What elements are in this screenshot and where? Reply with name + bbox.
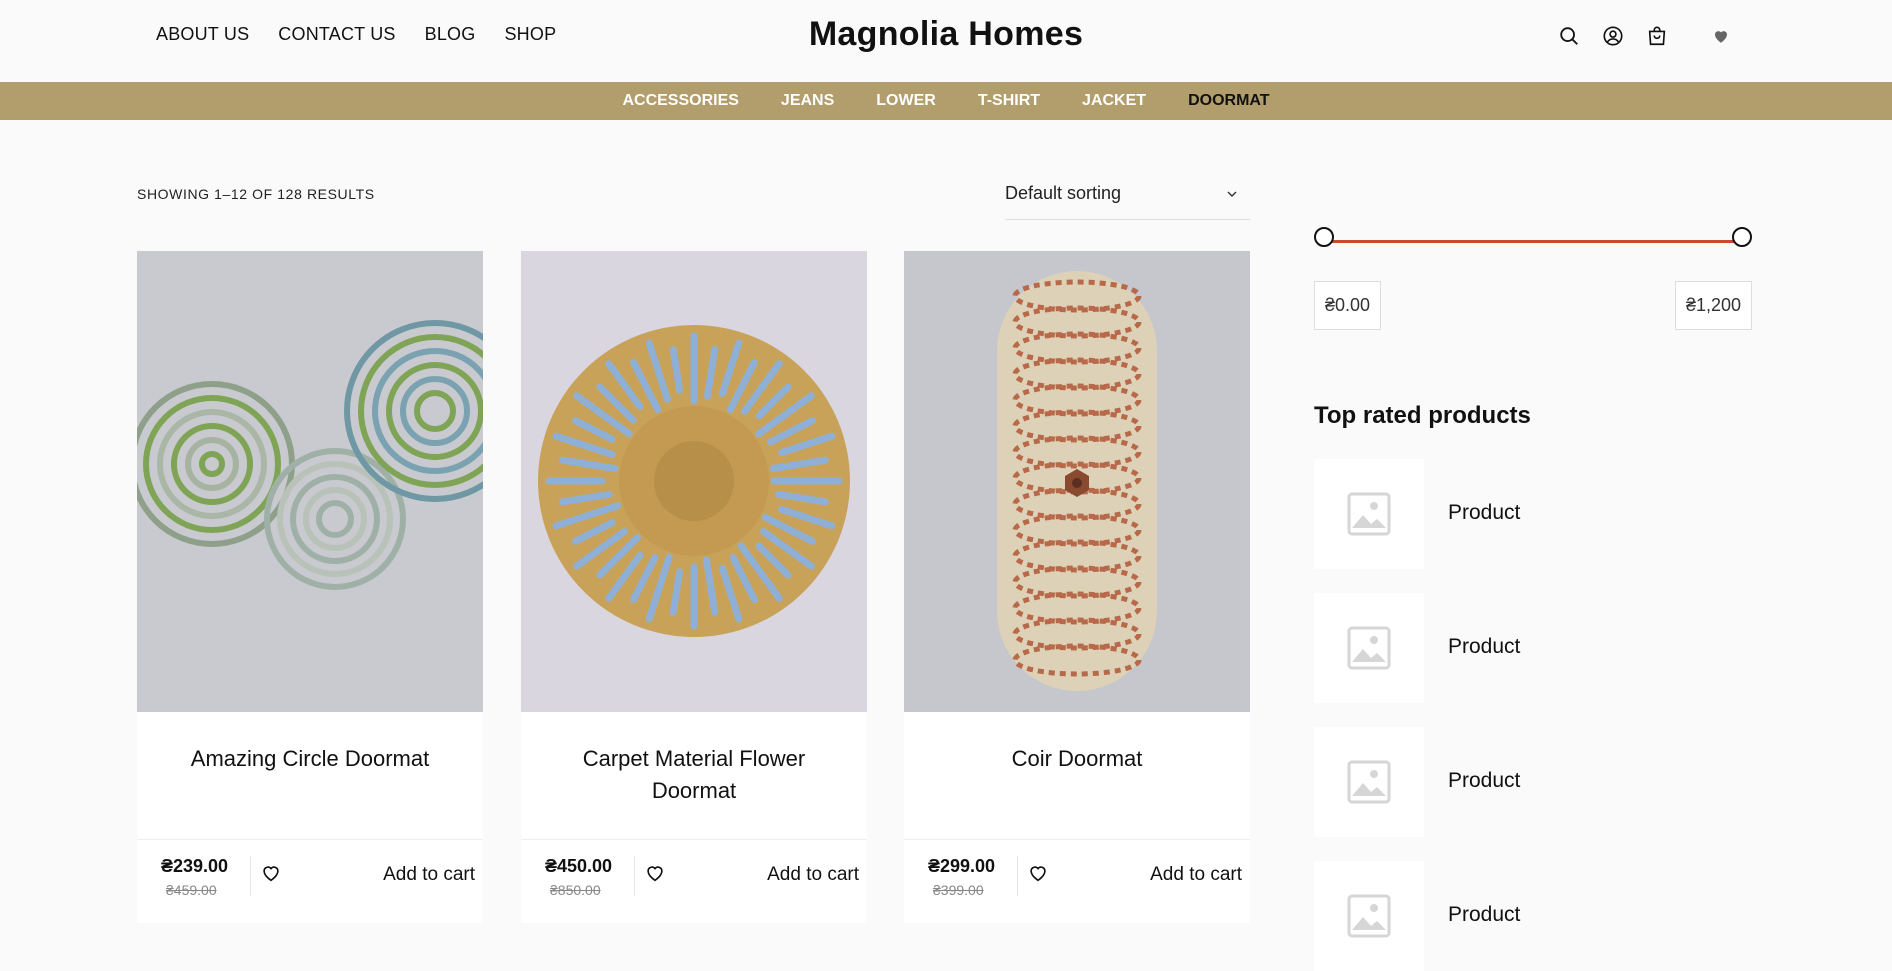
product-footer: ₴239.00 ₴459.00 Add to cart: [137, 839, 483, 911]
top-rated-item[interactable]: Product: [1314, 593, 1714, 703]
sorting-value: Default sorting: [1005, 183, 1122, 203]
product-old-price: ₴459.00: [166, 882, 217, 898]
top-rated-item-name: Product: [1448, 501, 1521, 524]
divider: [1017, 856, 1018, 896]
product-footer: ₴299.00 ₴399.00 Add to cart: [904, 839, 1250, 911]
product-title[interactable]: Amazing Circle Doormat: [157, 743, 463, 775]
wishlist-heart-icon[interactable]: [1027, 862, 1051, 886]
category-list: ACCESSORIES JEANS LOWER T-SHIRT JACKET D…: [0, 82, 1892, 120]
site-header: ABOUT US CONTACT US BLOG SHOP Magnolia H…: [0, 0, 1892, 82]
category-bar: ACCESSORIES JEANS LOWER T-SHIRT JACKET D…: [0, 82, 1892, 120]
price-min-handle[interactable]: [1314, 227, 1334, 247]
product-old-price: ₴850.00: [550, 882, 601, 898]
add-to-cart-button[interactable]: Add to cart: [1150, 864, 1242, 886]
cart-icon[interactable]: [1645, 24, 1669, 48]
add-to-cart-button[interactable]: Add to cart: [383, 864, 475, 886]
sorting-select[interactable]: Default sorting: [1005, 174, 1250, 220]
top-rated-item[interactable]: Product: [1314, 861, 1714, 971]
top-rated-item-name: Product: [1448, 635, 1521, 658]
placeholder-image-icon: [1314, 861, 1424, 971]
price-range-slider[interactable]: [1314, 225, 1752, 247]
product-price: ₴299.00: [928, 856, 996, 876]
price-max-handle[interactable]: [1732, 227, 1752, 247]
placeholder-image-icon: [1314, 459, 1424, 569]
category-lower[interactable]: LOWER: [876, 92, 936, 110]
product-title[interactable]: Carpet Material Flower Doormat: [541, 743, 847, 807]
placeholder-image-icon: [1314, 727, 1424, 837]
top-rated-heading: Top rated products: [1314, 402, 1531, 429]
product-card: Coir Doormat ₴299.00 ₴399.00 Add to cart: [904, 251, 1250, 923]
product-image[interactable]: [521, 251, 867, 712]
price-min-value: ₴0.00: [1314, 281, 1382, 330]
product-card: Amazing Circle Doormat ₴239.00 ₴459.00 A…: [137, 251, 483, 923]
product-old-price: ₴399.00: [933, 882, 984, 898]
product-price: ₴239.00: [161, 856, 229, 876]
placeholder-image-icon: [1314, 593, 1424, 703]
product-price: ₴450.00: [545, 856, 613, 876]
wishlist-heart-icon[interactable]: [1709, 24, 1733, 48]
price-max-value: ₴1,200: [1675, 281, 1753, 330]
search-icon[interactable]: [1557, 24, 1581, 48]
product-image[interactable]: [137, 251, 483, 712]
top-rated-item[interactable]: Product: [1314, 727, 1714, 837]
top-rated-item-name: Product: [1448, 769, 1521, 792]
wishlist-heart-icon[interactable]: [644, 862, 668, 886]
chevron-down-icon: [1226, 187, 1238, 205]
product-title[interactable]: Coir Doormat: [924, 743, 1230, 775]
results-count: SHOWING 1–12 OF 128 RESULTS: [137, 186, 375, 202]
category-t-shirt[interactable]: T-SHIRT: [978, 92, 1040, 110]
product-footer: ₴450.00 ₴850.00 Add to cart: [521, 839, 867, 911]
add-to-cart-button[interactable]: Add to cart: [767, 864, 859, 886]
category-accessories[interactable]: ACCESSORIES: [622, 92, 738, 110]
category-jacket[interactable]: JACKET: [1082, 92, 1146, 110]
account-icon[interactable]: [1601, 24, 1625, 48]
category-doormat[interactable]: DOORMAT: [1188, 92, 1269, 110]
wishlist-heart-icon[interactable]: [260, 862, 284, 886]
product-image[interactable]: [904, 251, 1250, 712]
product-card: Carpet Material Flower Doormat ₴450.00 ₴…: [521, 251, 867, 923]
price-range-track: [1322, 240, 1747, 243]
category-jeans[interactable]: JEANS: [781, 92, 834, 110]
divider: [634, 856, 635, 896]
top-rated-item[interactable]: Product: [1314, 459, 1714, 569]
divider: [250, 856, 251, 896]
top-rated-item-name: Product: [1448, 903, 1521, 926]
header-icons: [1557, 24, 1733, 48]
